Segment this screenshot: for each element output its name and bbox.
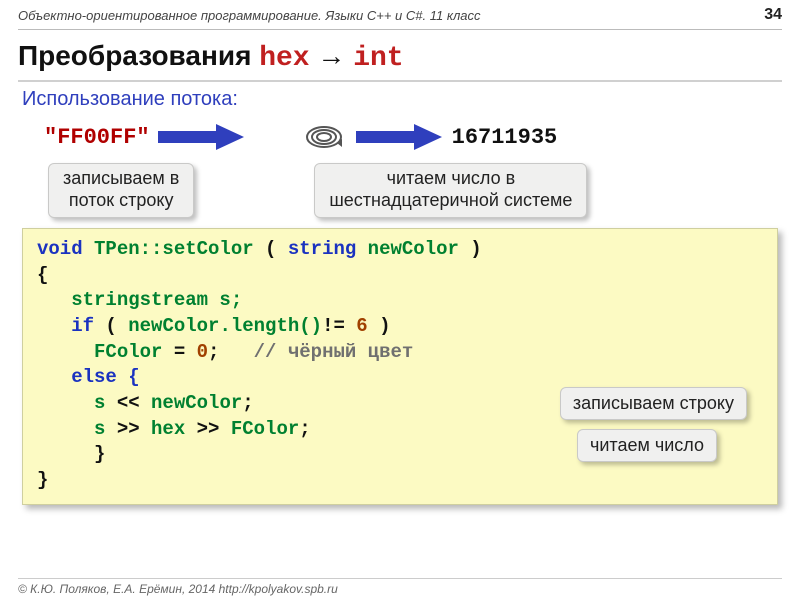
footer: © К.Ю. Поляков, Е.А. Ерёмин, 2014 http:/… [18, 578, 782, 596]
page-number: 34 [764, 6, 782, 24]
title-prefix: Преобразования [18, 40, 259, 71]
callout-row: записываем в поток строку читаем число в… [48, 163, 782, 218]
course-title: Объектно-ориентированное программировани… [18, 8, 481, 23]
page-title: Преобразования hex → int [18, 40, 782, 74]
int-value: 16711935 [452, 125, 558, 150]
title-int: int [353, 43, 403, 74]
code-line: stringstream s; [37, 288, 763, 314]
subtitle: Использование потока: [22, 88, 782, 111]
callout-read-hex: читаем число в шестнадцатеричной системе [314, 163, 587, 218]
title-arrow: → [310, 40, 354, 71]
callout-read-number: читаем число [577, 429, 717, 462]
spiral-icon [304, 117, 344, 157]
code-line: FColor = 0; // чёрный цвет [37, 340, 763, 366]
code-line: { [37, 263, 763, 289]
header: Объектно-ориентированное программировани… [18, 8, 782, 23]
code-line: if ( newColor.length()!= 6 ) [37, 314, 763, 340]
title-hex: hex [259, 43, 309, 74]
code-block: void TPen::setColor ( string newColor ) … [22, 228, 778, 504]
slide: Объектно-ориентированное программировани… [0, 0, 800, 600]
hex-literal: "FF00FF" [44, 125, 150, 150]
demo-row: "FF00FF" 16711935 [18, 117, 782, 157]
callout-write-string: записываем строку [560, 387, 747, 420]
divider [18, 29, 782, 30]
divider [18, 80, 782, 82]
code-line: void TPen::setColor ( string newColor ) [37, 237, 763, 263]
code-line: } [37, 468, 763, 494]
callout-write-stream: записываем в поток строку [48, 163, 194, 218]
arrow-right-icon [156, 122, 246, 152]
arrow-right-icon [354, 122, 444, 152]
